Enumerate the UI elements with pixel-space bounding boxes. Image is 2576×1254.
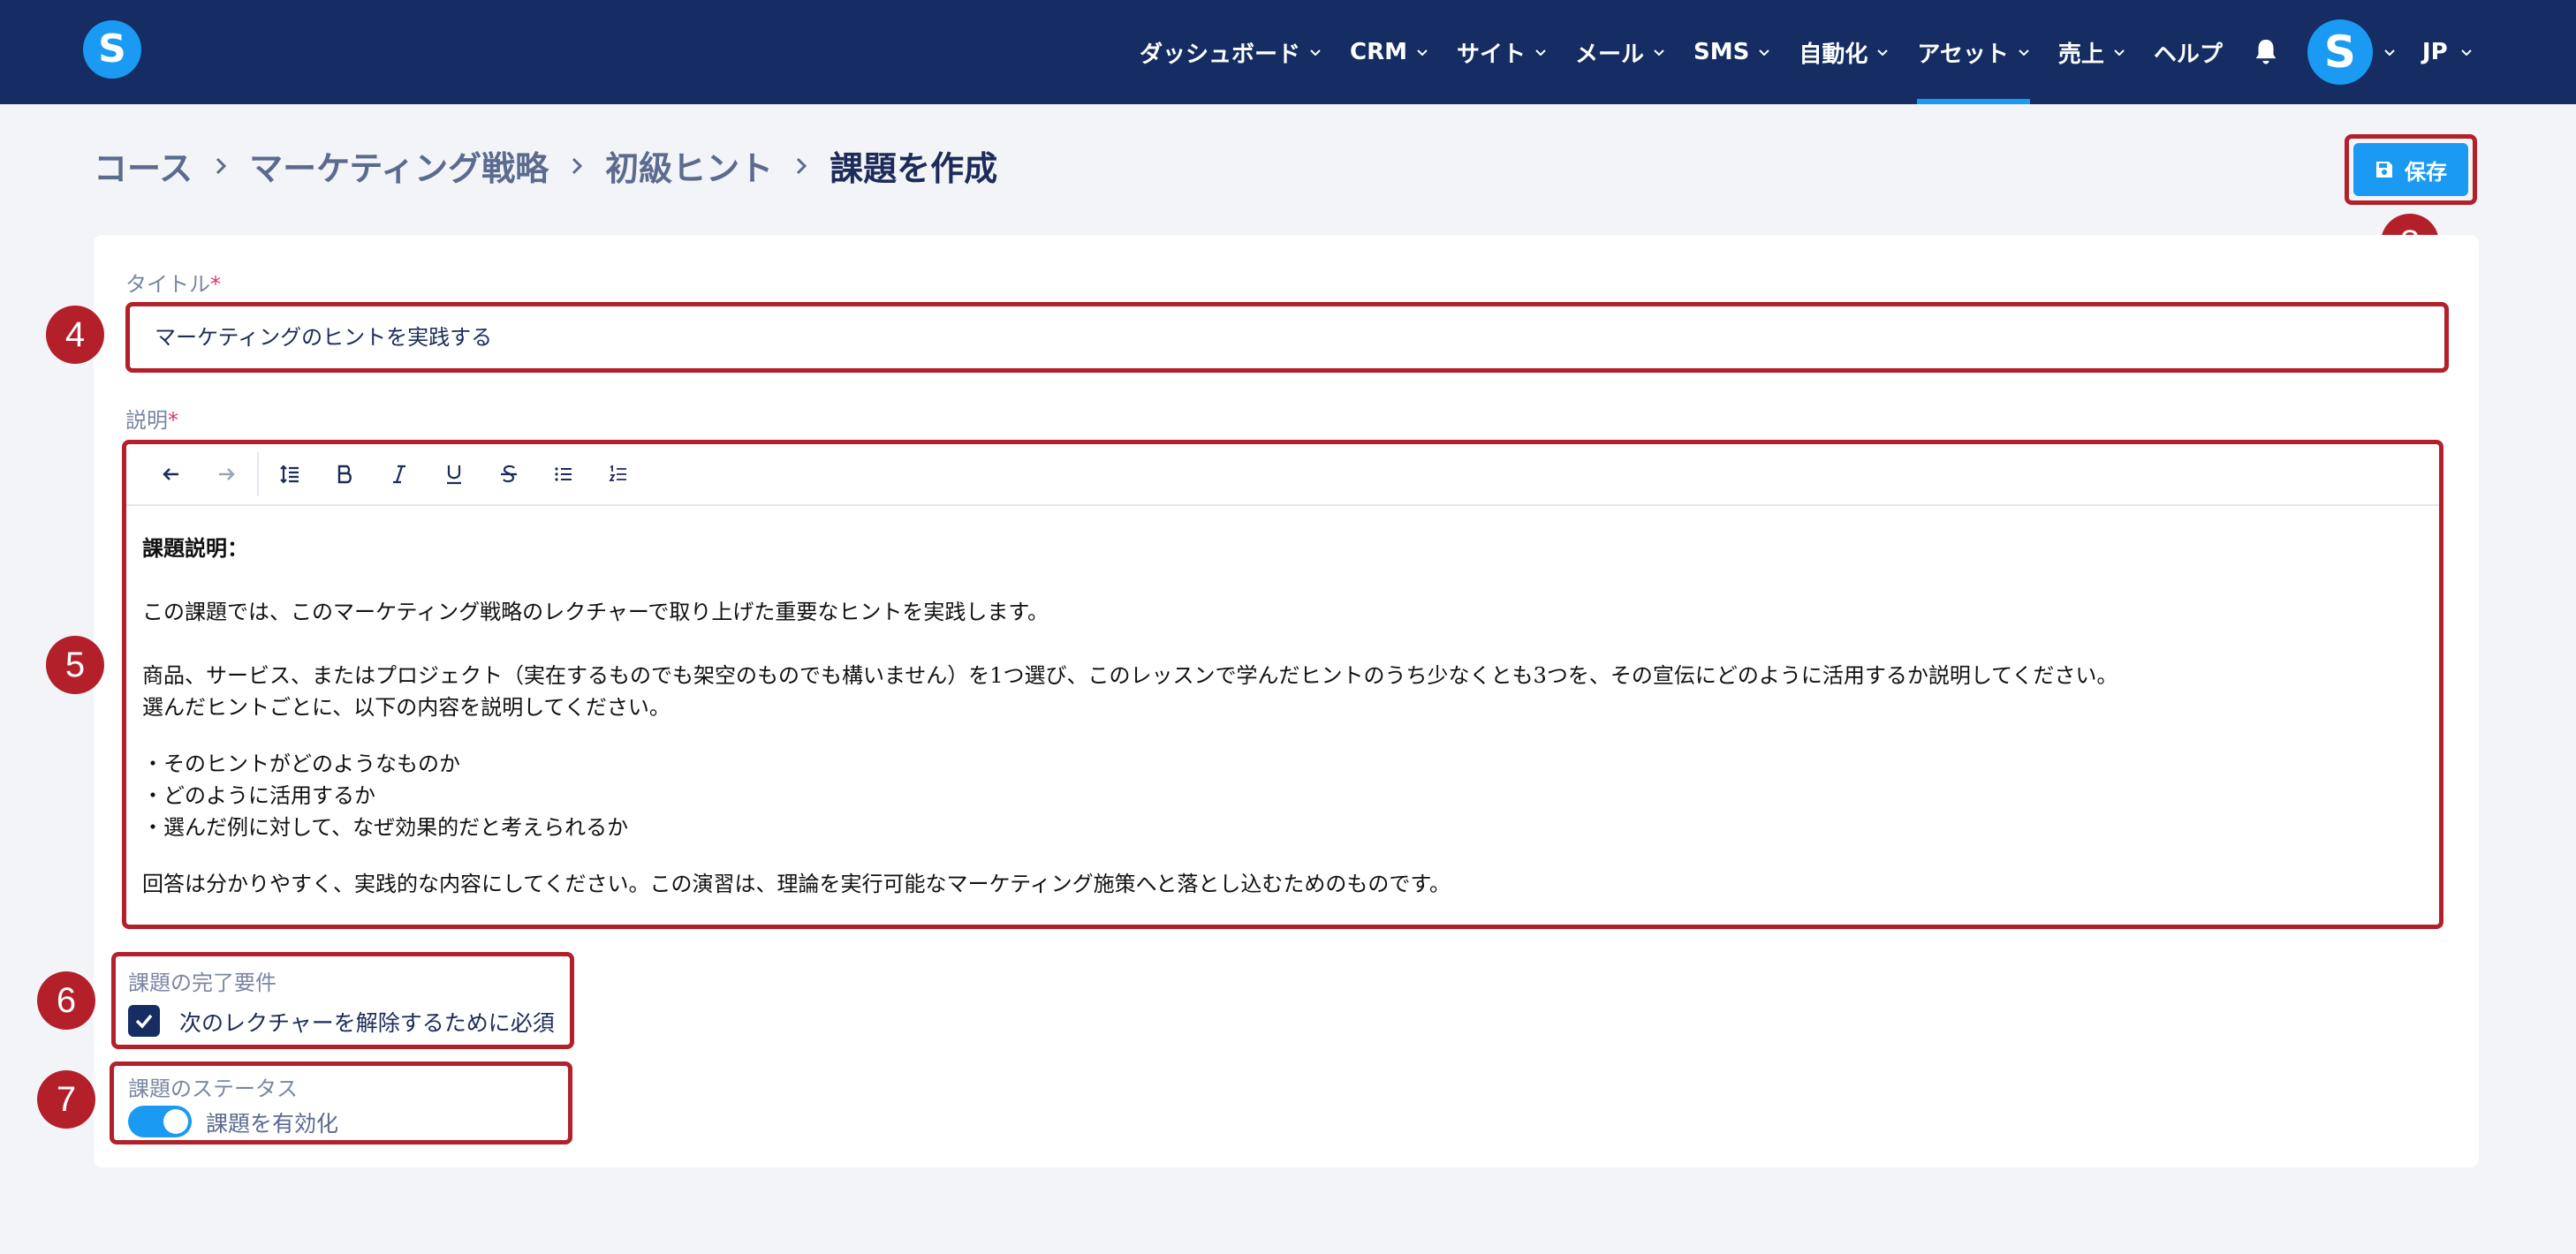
nav-item-label: CRM (1350, 39, 1407, 65)
toolbar-divider (257, 452, 259, 496)
nav-item-assets[interactable]: アセット (1917, 0, 2031, 104)
chevron-down-icon (2019, 49, 2029, 57)
chevron-down-icon (1759, 49, 1770, 57)
nav-item-label: SMS (1693, 39, 1750, 65)
nav-item-label: メール (1575, 41, 1645, 68)
language-selector[interactable]: JP (2422, 39, 2473, 65)
description-paragraph: 回答は分かりやすく、実践的な内容にしてください。この演習は、理論を実行可能なマー… (142, 872, 1451, 896)
numbered-list-button[interactable] (591, 452, 646, 496)
breadcrumb-item-course[interactable]: マーケティング戦略 (249, 141, 549, 190)
nav-item-label: 売上 (2057, 41, 2104, 68)
strikethrough-icon (501, 465, 517, 483)
redo-button[interactable] (199, 452, 254, 496)
bell-icon[interactable] (2251, 37, 2281, 67)
avatar[interactable]: S (2307, 19, 2373, 85)
status-label: 課題のステータス (128, 1076, 298, 1101)
completion-checkbox[interactable] (128, 1005, 160, 1037)
chevron-down-icon (2114, 49, 2125, 57)
title-input[interactable] (155, 306, 2416, 368)
chevron-down-icon[interactable] (2383, 46, 2396, 58)
nav-item-label: ヘルプ (2153, 41, 2223, 68)
annotation-badge: 6 (37, 971, 95, 1030)
title-field-highlight (125, 302, 2449, 373)
chevron-down-icon (1654, 49, 1664, 57)
nav-item-dashboard[interactable]: ダッシュボード (1140, 0, 1322, 104)
breadcrumb: コース マーケティング戦略 初級ヒント 課題を作成 (94, 141, 997, 190)
strikethrough-button[interactable] (481, 452, 536, 496)
nav-item-email[interactable]: メール (1575, 0, 1665, 104)
bullet-list-icon (555, 467, 572, 481)
required-mark: * (210, 272, 221, 297)
completion-label: 課題の完了要件 (128, 971, 277, 995)
numbered-list-icon (609, 465, 626, 481)
line-height-icon (280, 465, 299, 484)
description-paragraph: 選んだヒントごとに、以下の内容を説明してください。 (142, 695, 671, 720)
app-logo[interactable]: S (83, 20, 141, 79)
nav-item-sites[interactable]: サイト (1457, 0, 1547, 104)
annotation-badge: 4 (46, 306, 104, 364)
chevron-right-icon (216, 157, 227, 174)
description-label: 説明* (125, 403, 178, 434)
page-title: 課題を作成 (830, 149, 998, 188)
italic-icon (393, 465, 405, 484)
description-bullet: ・どのように活用するか (142, 783, 375, 808)
status-toggle-label: 課題を有効化 (206, 1111, 339, 1137)
nav-item-sales[interactable]: 売上 (2058, 0, 2125, 104)
chevron-down-icon (1417, 49, 1428, 57)
nav-item-automation[interactable]: 自動化 (1799, 0, 1889, 104)
annotation-badge: 7 (37, 1070, 95, 1129)
toggle-knob (163, 1109, 188, 1134)
bold-icon (337, 465, 352, 484)
save-button[interactable]: 保存 (2353, 143, 2468, 196)
chevron-down-icon (1877, 49, 1889, 57)
nav-item-crm[interactable]: CRM (1350, 0, 1428, 104)
nav-item-label: アセット (1917, 41, 2009, 68)
nav-item-label: ダッシュボード (1140, 41, 1301, 68)
undo-arrow-icon (163, 468, 178, 480)
top-navbar: S ダッシュボード CRM サイト メール SMS 自動化 アセット 売上 ヘル… (0, 0, 2576, 104)
undo-button[interactable] (144, 452, 199, 496)
underline-button[interactable] (427, 452, 481, 496)
completion-checkbox-label: 次のレクチャーを解除するために必須 (179, 1010, 555, 1036)
description-editor[interactable]: 課題説明： この課題では、このマーケティング戦略のレクチャーで取り上げた重要なヒ… (142, 533, 2423, 900)
annotation-badge: 5 (46, 636, 104, 694)
breadcrumb-item-courses[interactable]: コース (94, 141, 193, 190)
description-paragraph: 商品、サービス、またはプロジェクト（実在するものでも架空のものでも構いません）を… (142, 663, 2118, 688)
italic-button[interactable] (372, 452, 427, 496)
title-label-text: タイトル (125, 272, 210, 297)
nav-item-sms[interactable]: SMS (1693, 0, 1770, 104)
redo-arrow-icon (219, 468, 235, 480)
description-editor-highlight: 課題説明： この課題では、このマーケティング戦略のレクチャーで取り上げた重要なヒ… (122, 440, 2443, 929)
description-heading: 課題説明： (142, 535, 248, 561)
required-mark: * (168, 408, 178, 433)
nav-item-help[interactable]: ヘルプ (2154, 0, 2223, 104)
breadcrumb-item-lecture[interactable]: 初級ヒント (605, 141, 773, 190)
underline-icon (447, 465, 461, 485)
chevron-down-icon (1535, 49, 1546, 57)
save-button-highlight: 保存 (2345, 134, 2477, 205)
bold-button[interactable] (317, 452, 372, 496)
line-height-button[interactable] (262, 452, 317, 496)
bullet-list-button[interactable] (536, 452, 591, 496)
description-paragraph: この課題では、このマーケティング戦略のレクチャーで取り上げた重要なヒントを実践し… (142, 600, 1049, 624)
chevron-down-icon (2460, 49, 2472, 57)
nav-item-label: サイト (1457, 41, 1527, 68)
description-label-text: 説明 (125, 408, 168, 433)
description-bullet: ・そのヒントがどのようなものか (142, 752, 460, 776)
editor-toolbar (126, 444, 2439, 506)
checkmark-icon (135, 1014, 153, 1029)
main-nav: ダッシュボード CRM サイト メール SMS 自動化 アセット 売上 ヘルプ … (1140, 0, 2473, 104)
title-label: タイトル* (125, 267, 221, 298)
language-label: JP (2421, 39, 2448, 65)
status-highlight: 課題のステータス 課題を有効化 (110, 1061, 572, 1144)
description-bullet: ・選んだ例に対して、なぜ効果的だと考えられるか (142, 815, 629, 840)
completion-requirement-highlight: 課題の完了要件 次のレクチャーを解除するために必須 (111, 952, 574, 1049)
chevron-right-icon (572, 157, 583, 174)
nav-item-label: 自動化 (1799, 41, 1868, 68)
status-toggle[interactable] (128, 1106, 192, 1137)
floppy-disk-icon (2376, 162, 2392, 178)
chevron-right-icon (797, 157, 807, 174)
chevron-down-icon (1310, 49, 1321, 57)
save-button-label: 保存 (2405, 159, 2447, 185)
